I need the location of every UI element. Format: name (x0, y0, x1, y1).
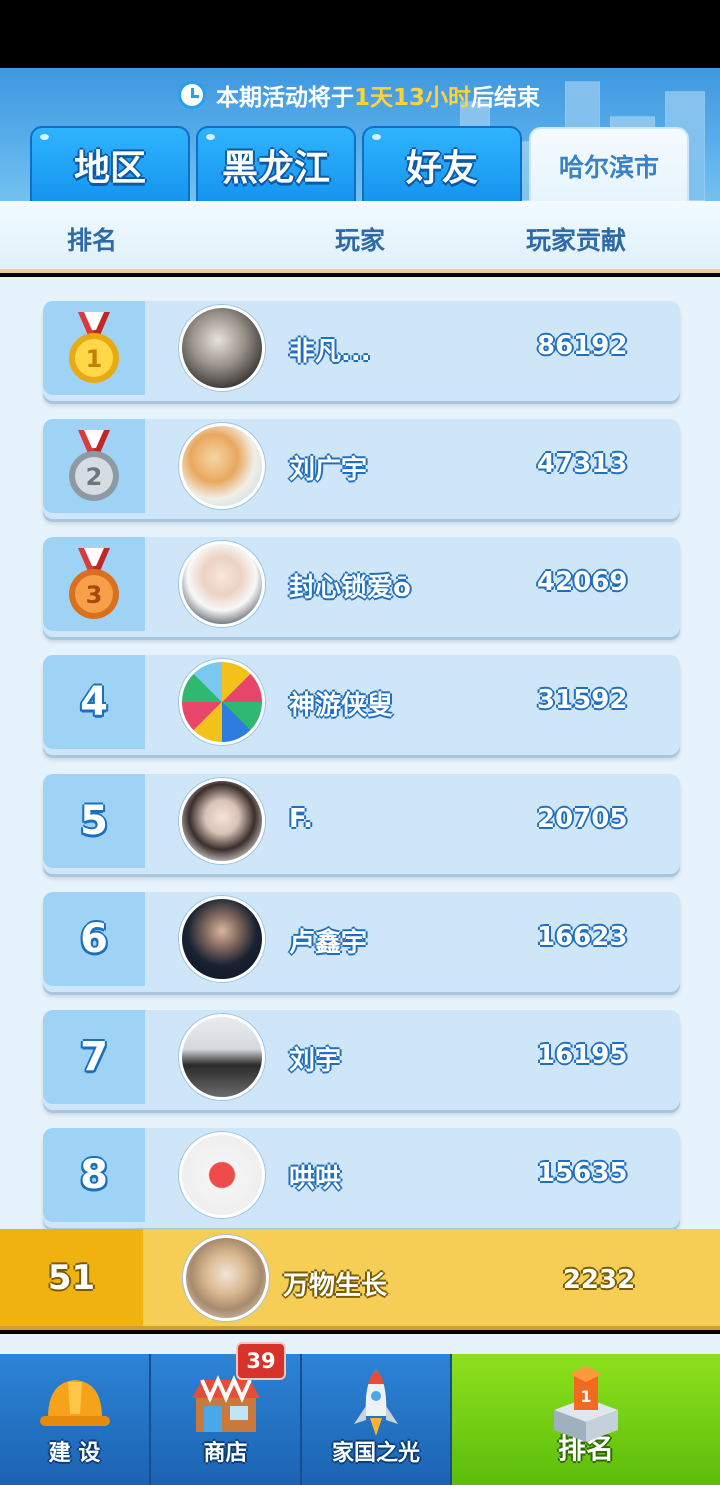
gold-medal-icon: 1 (69, 312, 119, 383)
nav-label: 商店 (203, 1441, 248, 1466)
player-avatar[interactable] (179, 896, 265, 982)
bronze-medal-icon: 3 (69, 548, 119, 619)
svg-text:1: 1 (580, 1387, 591, 1406)
ranking-row[interactable]: 6 卢鑫宇 16623 (43, 892, 680, 992)
rank-number: 5 (80, 798, 108, 844)
player-score: 47313 (537, 449, 628, 479)
player-avatar[interactable] (179, 305, 265, 391)
podium-icon: 1 (554, 1366, 618, 1442)
my-rank-number: 51 (47, 1257, 96, 1298)
rank-cell: 3 (43, 537, 145, 631)
player-score: 31592 (537, 685, 628, 715)
player-name: F. (289, 804, 313, 834)
rank-number: 7 (80, 1034, 108, 1080)
rank-cell: 4 (43, 655, 145, 749)
column-header: 排名 玩家 玩家贡献 (0, 201, 720, 273)
ranking-list[interactable]: 1 非凡... 86192 2 刘广宇 47313 3 封心锁爱ō 42069 … (0, 277, 720, 1230)
ranking-row[interactable]: 2 刘广宇 47313 (43, 419, 680, 519)
rank-cell: 8 (43, 1128, 145, 1222)
column-rank: 排名 (67, 226, 118, 255)
player-name: 封心锁爱ō (289, 573, 411, 603)
clock-icon (178, 81, 206, 109)
my-ranking-row[interactable]: 51 万物生长 2232 (0, 1229, 720, 1330)
player-name: 刘广宇 (289, 455, 368, 485)
ranking-row[interactable]: 3 封心锁爱ō 42069 (43, 537, 680, 637)
shop-badge: 39 (236, 1342, 286, 1380)
svg-text:1: 1 (86, 345, 103, 373)
svg-text:2: 2 (86, 463, 103, 491)
player-name: 刘宇 (289, 1046, 342, 1076)
rank-cell: 1 (43, 301, 145, 395)
tab-friends[interactable]: 好友 (362, 126, 522, 202)
player-score: 86192 (537, 331, 628, 361)
column-player: 玩家 (335, 226, 386, 255)
player-avatar[interactable] (179, 659, 265, 745)
nav-build-button[interactable]: 建 设 (0, 1354, 151, 1485)
my-player-name: 万物生长 (283, 1271, 388, 1301)
ranking-row[interactable]: 7 刘宇 16195 (43, 1010, 680, 1110)
player-avatar[interactable] (179, 1014, 265, 1100)
player-score: 16623 (537, 922, 628, 952)
tab-city[interactable]: 哈尔滨市 (529, 127, 689, 202)
ranking-row[interactable]: 1 非凡... 86192 (43, 301, 680, 401)
my-avatar[interactable] (183, 1235, 269, 1321)
rank-cell: 2 (43, 419, 145, 513)
player-score: 42069 (537, 567, 628, 597)
player-avatar[interactable] (179, 423, 265, 509)
rank-cell: 7 (43, 1010, 145, 1104)
nav-ranking-button[interactable]: 1 排名 (452, 1354, 720, 1485)
ranking-row[interactable]: 4 神游侠叟 31592 (43, 655, 680, 755)
tab-label: 哈尔滨市 (558, 152, 659, 182)
player-name: 非凡... (289, 337, 371, 367)
player-score: 20705 (537, 804, 628, 834)
svg-text:3: 3 (86, 581, 103, 609)
timer-suffix: 后结束 (471, 85, 541, 111)
nav-label: 建 设 (48, 1441, 101, 1466)
player-score: 15635 (537, 1158, 628, 1188)
tab-label: 好友 (405, 148, 478, 189)
status-bar (0, 0, 720, 68)
rank-number: 8 (80, 1152, 108, 1198)
tab-label: 黑龙江 (221, 148, 330, 189)
hard-hat-icon (39, 1380, 110, 1426)
shop-icon (191, 1375, 260, 1432)
ranking-row[interactable]: 5 F. 20705 (43, 774, 680, 874)
player-name: 卢鑫宇 (289, 928, 368, 958)
ranking-row[interactable]: 8 哄哄 15635 (43, 1128, 680, 1228)
timer-prefix: 本期活动将于 (216, 85, 354, 111)
rocket-icon (354, 1370, 398, 1436)
tab-region[interactable]: 地区 (30, 126, 190, 202)
player-avatar[interactable] (179, 1132, 265, 1218)
nav-home-light-button[interactable]: 家国之光 (302, 1354, 452, 1485)
bottom-nav: 建 设 商店 家国之光 1 排名 (0, 1354, 720, 1485)
silver-medal-icon: 2 (69, 430, 119, 501)
player-avatar[interactable] (179, 778, 265, 864)
tab-province[interactable]: 黑龙江 (196, 126, 356, 202)
rank-number: 6 (80, 916, 108, 962)
activity-timer: 本期活动将于 1天13小时 后结束 (178, 80, 541, 111)
player-score: 16195 (537, 1040, 628, 1070)
rank-cell: 6 (43, 892, 145, 986)
my-rank-cell: 51 (0, 1229, 143, 1326)
player-name: 神游侠叟 (289, 691, 394, 721)
timer-value: 1天13小时 (354, 85, 472, 111)
rank-cell: 5 (43, 774, 145, 868)
tab-label: 地区 (73, 148, 146, 189)
rank-number: 4 (80, 679, 108, 725)
player-name: 哄哄 (289, 1164, 342, 1194)
player-avatar[interactable] (179, 541, 265, 627)
my-player-score: 2232 (562, 1265, 636, 1295)
column-contribution: 玩家贡献 (526, 226, 627, 255)
